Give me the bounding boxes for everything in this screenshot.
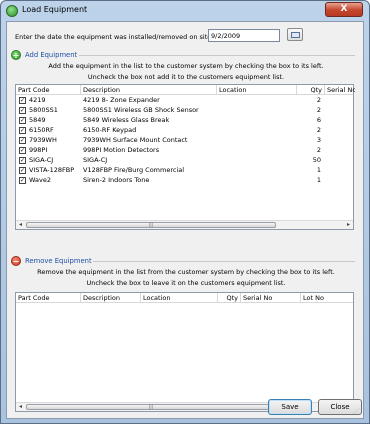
qty-cell: 50 <box>312 156 321 164</box>
part-code-cell: 998PI <box>29 146 48 154</box>
table-row[interactable]: ✓ 5800SS1 5800SS1 Wireless GB Shock Sens… <box>16 106 353 115</box>
scroll-thumb[interactable]: ||| <box>26 222 276 228</box>
table-row[interactable]: ✓ 6150RF 6150-RF Keypad 2 <box>16 126 353 135</box>
part-code-cell: Wave2 <box>29 176 51 184</box>
part-code-cell: 6150RF <box>29 126 54 134</box>
col-location[interactable]: Location <box>217 85 297 95</box>
table-row[interactable]: ✓ VISTA-128FBP V128FBP Fire/Burg Commerc… <box>16 166 353 175</box>
description-cell: V128FBP Fire/Burg Commercial <box>83 166 185 174</box>
part-code-cell: 7939WH <box>29 136 57 144</box>
row-checkbox[interactable]: ✓ <box>19 97 26 104</box>
title-bar[interactable]: Load Equipment X <box>1 1 369 21</box>
scroll-thumb[interactable]: ||| <box>26 404 276 410</box>
part-code-cell: 5800SS1 <box>29 106 58 114</box>
description-cell: SIGA-CJ <box>83 156 108 164</box>
part-code-cell: 5849 <box>29 116 46 124</box>
row-checkbox[interactable]: ✓ <box>19 167 26 174</box>
add-table-hscrollbar[interactable]: ◂ ||| ▸ <box>16 220 353 229</box>
col-description[interactable]: Description <box>81 293 141 303</box>
qty-cell: 1 <box>316 176 321 184</box>
part-code-cell: 4219 <box>29 96 46 104</box>
col-part-code[interactable]: Part Code <box>16 85 81 95</box>
remove-equipment-table[interactable]: Part Code Description Location Qty Seria… <box>15 292 354 412</box>
remove-section-title: Remove Equipment <box>25 257 92 265</box>
dialog-body: Enter the date the equipment was install… <box>6 21 364 419</box>
table-row[interactable]: ✓ 998PI 998PI Motion Detectors 2 <box>16 146 353 155</box>
scroll-right-icon[interactable]: ▸ <box>344 221 353 229</box>
description-cell: 998PI Motion Detectors <box>83 146 160 154</box>
load-equipment-window: Load Equipment X Enter the date the equi… <box>0 0 370 424</box>
remove-circle-icon: − <box>11 256 21 266</box>
resize-grip-icon[interactable]: ⋰ <box>353 408 361 416</box>
install-date-input[interactable]: 9/2/2009 <box>208 29 280 42</box>
row-checkbox[interactable]: ✓ <box>19 117 26 124</box>
window-close-button[interactable]: X <box>325 2 363 17</box>
row-checkbox[interactable]: ✓ <box>19 177 26 184</box>
col-lot-no[interactable]: Lot No <box>301 293 355 303</box>
col-part-code[interactable]: Part Code <box>16 293 81 303</box>
row-checkbox[interactable]: ✓ <box>19 157 26 164</box>
add-table-header: Part Code Description Location Qty Seria… <box>16 85 355 95</box>
window-title: Load Equipment <box>22 5 88 14</box>
qty-cell: 2 <box>316 106 321 114</box>
description-cell: 4219 8- Zone Expander <box>83 96 160 104</box>
part-code-cell: VISTA-128FBP <box>29 166 75 174</box>
qty-cell: 2 <box>316 146 321 154</box>
calendar-icon <box>291 32 300 38</box>
scroll-left-icon[interactable]: ◂ <box>16 403 25 411</box>
qty-cell: 3 <box>316 136 321 144</box>
remove-section-desc-2: Uncheck the box to leave it on the custo… <box>86 279 286 287</box>
table-row[interactable]: ✓ 5849 5849 Wireless Glass Break 6 <box>16 116 353 125</box>
add-section-title: Add Equipment <box>25 51 78 59</box>
col-qty[interactable]: Qty <box>297 85 325 95</box>
date-label: Enter the date the equipment was install… <box>15 33 214 41</box>
col-location[interactable]: Location <box>141 293 218 303</box>
table-row[interactable]: ✓ 4219 4219 8- Zone Expander 2 <box>16 96 353 105</box>
description-cell: 5849 Wireless Glass Break <box>83 116 170 124</box>
add-section-desc-2: Uncheck the box not add it to the custom… <box>87 73 285 81</box>
row-checkbox[interactable]: ✓ <box>19 127 26 134</box>
add-section-desc-1: Add the equipment in the list to the cus… <box>48 62 324 70</box>
part-code-cell: SIGA-CJ <box>29 156 54 164</box>
add-section-divider <box>79 55 355 56</box>
row-checkbox[interactable]: ✓ <box>19 107 26 114</box>
qty-cell: 1 <box>316 166 321 174</box>
add-equipment-table[interactable]: Part Code Description Location Qty Seria… <box>15 84 355 230</box>
save-button[interactable]: Save <box>268 399 312 415</box>
remove-section-divider <box>93 261 355 262</box>
col-serial-no[interactable]: Serial No <box>325 85 355 95</box>
description-cell: Siren-2 Indoors Tone <box>83 176 150 184</box>
table-row[interactable]: ✓ SIGA-CJ SIGA-CJ 50 <box>16 156 353 165</box>
calendar-button[interactable] <box>287 28 303 41</box>
scroll-left-icon[interactable]: ◂ <box>16 221 25 229</box>
remove-section-desc-1: Remove the equipment in the list from th… <box>37 268 335 276</box>
col-qty[interactable]: Qty <box>218 293 241 303</box>
qty-cell: 2 <box>316 126 321 134</box>
col-description[interactable]: Description <box>81 85 217 95</box>
col-serial-no[interactable]: Serial No <box>241 293 301 303</box>
description-cell: 6150-RF Keypad <box>83 126 137 134</box>
row-checkbox[interactable]: ✓ <box>19 137 26 144</box>
add-circle-icon: + <box>11 50 21 60</box>
table-row[interactable]: ✓ 7939WH 7939WH Surface Mount Contact 3 <box>16 136 353 145</box>
qty-cell: 6 <box>316 116 321 124</box>
app-icon <box>6 5 18 17</box>
description-cell: 7939WH Surface Mount Contact <box>83 136 188 144</box>
qty-cell: 2 <box>316 96 321 104</box>
remove-table-header: Part Code Description Location Qty Seria… <box>16 293 353 303</box>
table-row[interactable]: ✓ Wave2 Siren-2 Indoors Tone 1 <box>16 176 353 185</box>
description-cell: 5800SS1 Wireless GB Shock Sensor <box>83 106 199 114</box>
row-checkbox[interactable]: ✓ <box>19 147 26 154</box>
